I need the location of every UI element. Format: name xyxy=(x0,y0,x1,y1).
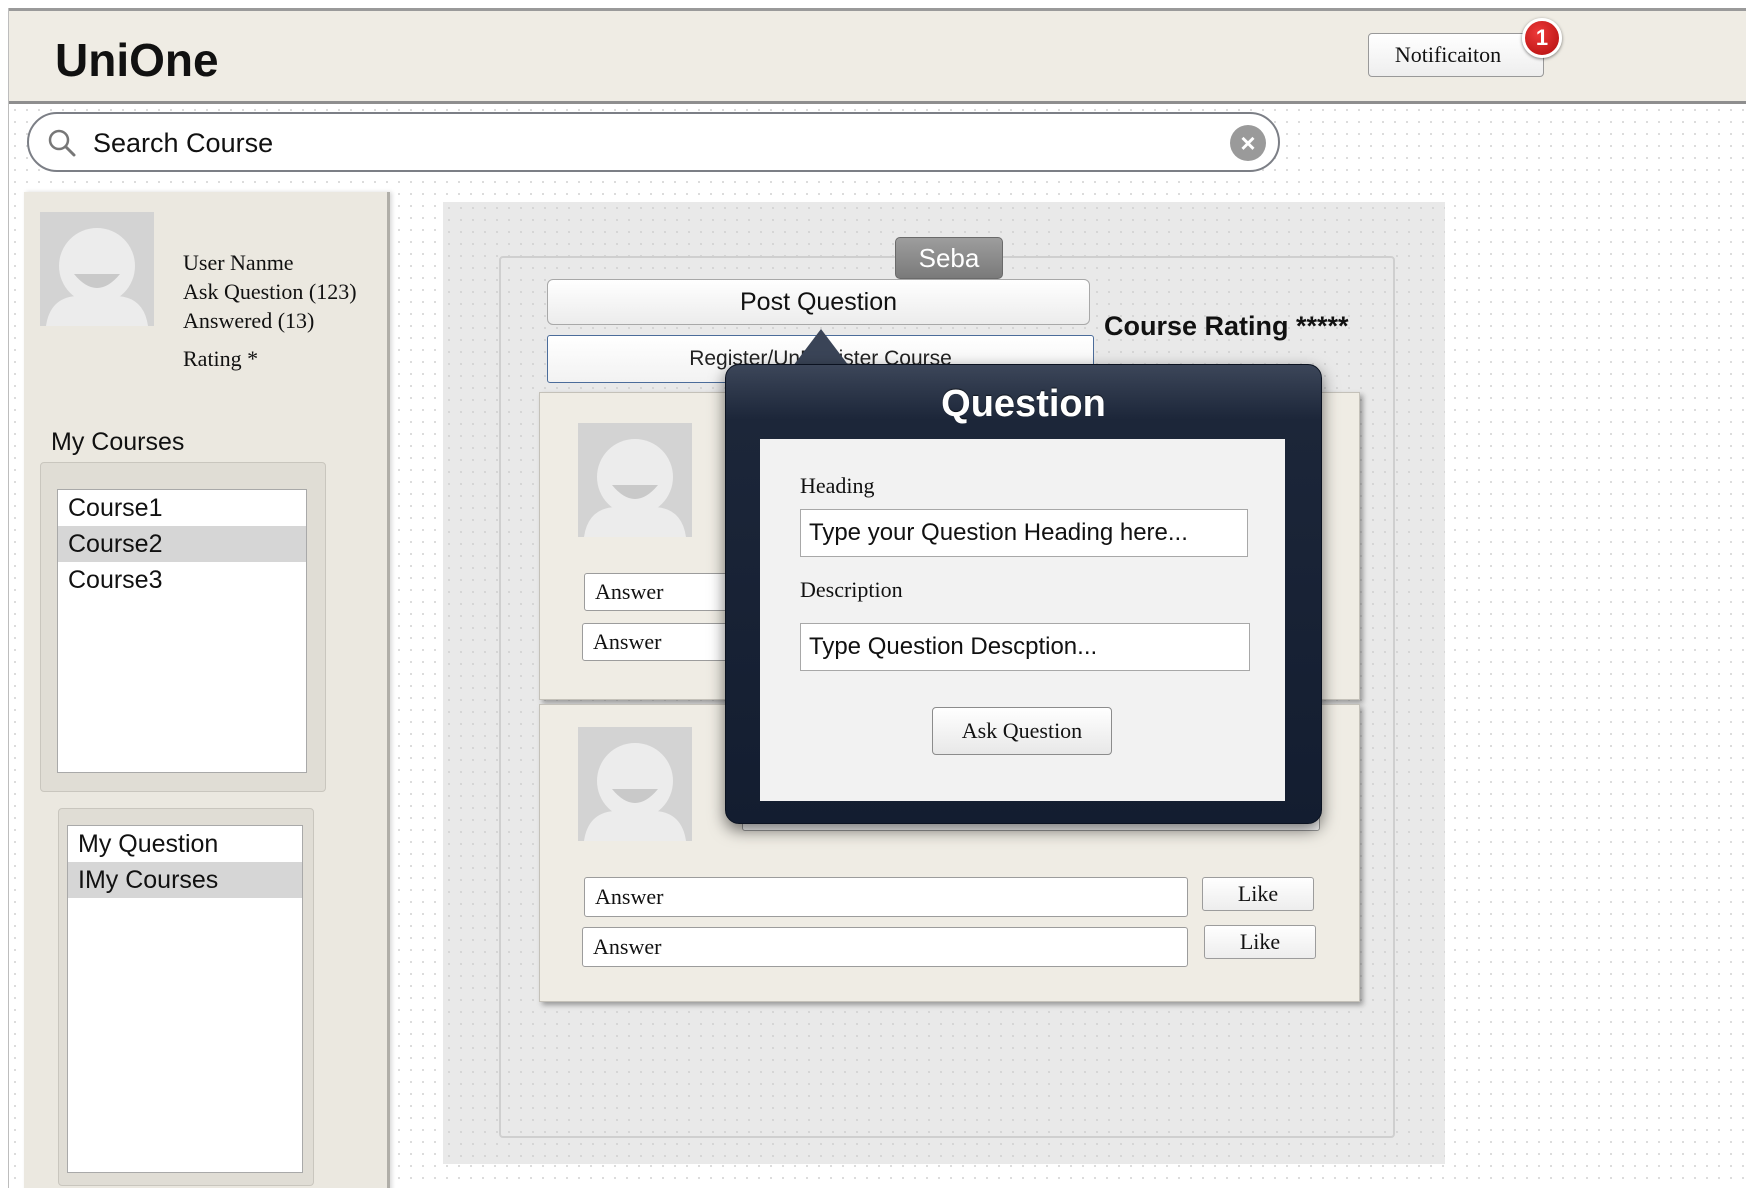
courses-list: Course1 Course2 Course3 xyxy=(57,489,307,773)
question-popover: Question Heading Description Ask Questio… xyxy=(725,364,1322,824)
profile-ask-count: Ask Question (123) xyxy=(183,279,357,304)
notification-badge[interactable]: 1 xyxy=(1522,18,1562,58)
course-item-3[interactable]: Course3 xyxy=(58,562,306,598)
profile-info: User Nanme Ask Question (123) Answered (… xyxy=(183,248,357,335)
user-silhouette-icon xyxy=(578,423,692,537)
profile-username: User Nanme xyxy=(183,250,294,275)
menu-panel: My Question IMy Courses xyxy=(58,808,314,1186)
profile-rating: Rating * xyxy=(183,346,259,371)
heading-input[interactable] xyxy=(800,509,1248,557)
popover-arrow xyxy=(793,329,849,366)
notification-button[interactable]: Notificaiton xyxy=(1368,33,1544,77)
course-item-2[interactable]: Course2 xyxy=(58,526,306,562)
heading-label: Heading xyxy=(800,473,875,498)
profile-avatar xyxy=(40,212,154,326)
card2-avatar xyxy=(578,727,692,841)
user-silhouette-icon xyxy=(578,727,692,841)
card1-avatar xyxy=(578,423,692,537)
search-input[interactable] xyxy=(91,122,1195,164)
my-courses-title: My Courses xyxy=(51,428,185,456)
profile-answered-count: Answered (13) xyxy=(183,308,315,333)
menu-item-my-question[interactable]: My Question xyxy=(68,826,302,862)
menu-list: My Question IMy Courses xyxy=(67,825,303,1173)
user-silhouette-icon xyxy=(40,212,154,326)
ask-question-button[interactable]: Ask Question xyxy=(932,707,1112,755)
header-bar: UniOne Notificaiton 1 xyxy=(9,8,1746,104)
courses-panel: Course1 Course2 Course3 xyxy=(40,462,326,792)
app-logo: UniOne xyxy=(55,34,219,86)
search-icon xyxy=(48,129,76,157)
like-button[interactable]: Like xyxy=(1202,877,1314,911)
course-item-1[interactable]: Course1 xyxy=(58,490,306,526)
post-question-button[interactable]: Post Question xyxy=(547,279,1090,325)
popover-body: Heading Description Ask Question xyxy=(760,439,1285,801)
answer-field[interactable]: Answer xyxy=(584,877,1188,917)
description-input[interactable] xyxy=(800,623,1250,671)
course-rating: Course Rating ***** xyxy=(1104,311,1349,341)
sidebar: User Nanme Ask Question (123) Answered (… xyxy=(24,192,390,1188)
like-button[interactable]: Like xyxy=(1204,925,1316,959)
app-window: UniOne Notificaiton 1 × User Nanme Ask Q… xyxy=(8,8,1746,1188)
search-bar[interactable]: × xyxy=(27,112,1280,172)
course-tab[interactable]: Seba xyxy=(895,237,1003,279)
answer-field[interactable]: Answer xyxy=(582,927,1188,967)
menu-item-my-courses[interactable]: IMy Courses xyxy=(68,862,302,898)
popover-title: Question xyxy=(941,383,1106,425)
description-label: Description xyxy=(800,577,903,602)
clear-icon[interactable]: × xyxy=(1230,125,1266,161)
